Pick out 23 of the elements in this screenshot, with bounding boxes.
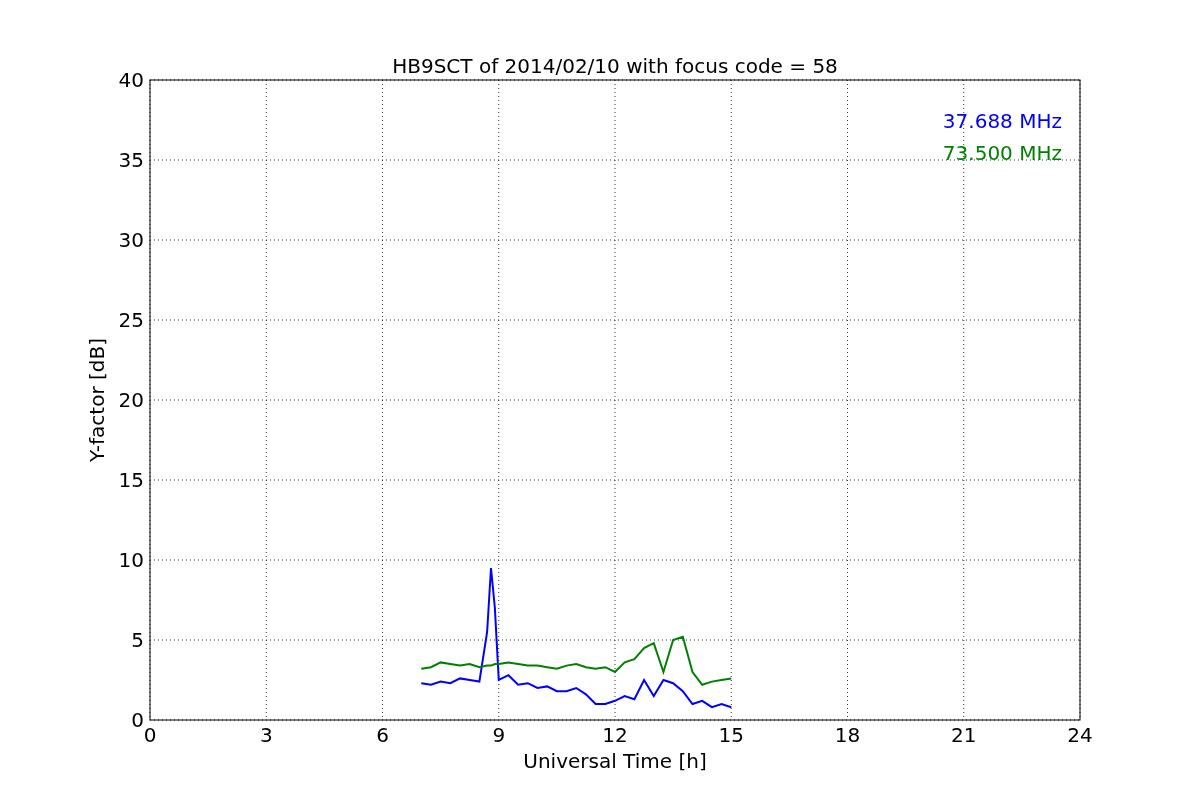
tick-label: 21 bbox=[951, 723, 977, 747]
tick-label: 18 bbox=[834, 723, 861, 747]
tick-label: 9 bbox=[492, 723, 506, 747]
tick-label: 40 bbox=[118, 68, 144, 92]
tick-label: 0 bbox=[131, 708, 144, 732]
tick-label: 35 bbox=[118, 148, 144, 172]
tick-label: 6 bbox=[376, 723, 389, 747]
tick-label: 3 bbox=[259, 723, 273, 747]
legend-label: 73.500 MHz bbox=[942, 141, 1062, 165]
tick-label: 15 bbox=[118, 468, 144, 492]
tick-label: 24 bbox=[1067, 723, 1093, 747]
x-axis-label: Universal Time [h] bbox=[523, 749, 707, 773]
tick-label: 5 bbox=[131, 628, 144, 652]
chart-title: HB9SCT of 2014/02/10 with focus code = 58 bbox=[392, 54, 838, 78]
tick-label: 0 bbox=[143, 723, 157, 747]
legend-label: 37.688 MHz bbox=[942, 109, 1062, 133]
tick-label: 30 bbox=[118, 228, 144, 252]
tick-label: 20 bbox=[118, 388, 144, 412]
tick-label: 10 bbox=[118, 548, 144, 572]
tick-label: 25 bbox=[118, 308, 144, 332]
tick-label: 15 bbox=[718, 723, 744, 747]
y-axis-label: Y-factor [dB] bbox=[85, 338, 109, 462]
tick-label: 12 bbox=[602, 723, 628, 747]
